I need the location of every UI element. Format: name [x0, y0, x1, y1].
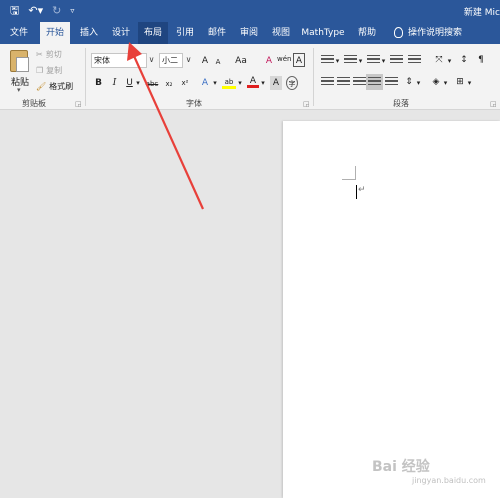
highlight-button[interactable]: ab: [222, 75, 236, 89]
paste-icon[interactable]: [10, 50, 29, 72]
enclose-characters-button[interactable]: 字: [286, 76, 298, 90]
font-size-field[interactable]: 小二: [159, 53, 183, 68]
show-marks-icon[interactable]: ¶: [476, 53, 486, 67]
divider: [85, 48, 86, 106]
borders-icon[interactable]: ⊞: [454, 75, 466, 89]
cut-button[interactable]: ✂ 剪切: [36, 49, 62, 60]
chinese-layout-dropdown-icon[interactable]: ▾: [446, 54, 453, 68]
undo-icon[interactable]: ↶▾: [28, 3, 43, 19]
font-size-dropdown-icon[interactable]: ∨: [183, 53, 194, 68]
character-border-button[interactable]: A: [293, 53, 305, 67]
tab-mathtype[interactable]: MathType: [298, 22, 348, 44]
tab-file[interactable]: 文件: [4, 22, 34, 44]
text-cursor: [356, 185, 357, 199]
line-spacing-dropdown-icon[interactable]: ▾: [415, 76, 422, 90]
tab-references[interactable]: 引用: [170, 22, 200, 44]
decrease-indent-icon[interactable]: [390, 55, 403, 66]
clear-formatting-button[interactable]: A: [263, 54, 275, 68]
baidu-watermark-logo: Bai 经验: [372, 459, 430, 475]
scissors-icon: ✂: [36, 50, 43, 59]
tab-design[interactable]: 设计: [106, 22, 136, 44]
format-painter-label: 格式刷: [49, 82, 74, 91]
multilevel-list-icon[interactable]: [367, 55, 380, 66]
customize-qat-icon[interactable]: ▿: [70, 3, 74, 19]
strikethrough-button[interactable]: abc: [144, 77, 160, 91]
copy-button[interactable]: ❐ 复制: [36, 65, 62, 76]
chinese-layout-icon[interactable]: ⤧: [432, 53, 446, 67]
font-group-label: 字体: [186, 99, 202, 108]
paragraph-launcher-icon[interactable]: ◲: [490, 100, 497, 108]
increase-indent-icon[interactable]: [408, 55, 421, 66]
cut-label: 剪切: [45, 50, 62, 59]
document-page[interactable]: [283, 121, 500, 498]
redo-icon[interactable]: ↻: [52, 3, 61, 19]
align-right-icon[interactable]: [353, 77, 366, 88]
paragraph-group-label: 段落: [393, 99, 409, 108]
line-spacing-icon[interactable]: ⇕: [403, 75, 415, 89]
tell-me-search[interactable]: 操作说明搜索: [408, 22, 468, 44]
change-case-button[interactable]: Aa: [233, 54, 249, 68]
window-title: 新建 Mic: [463, 8, 500, 18]
justify-icon: [368, 77, 381, 88]
multilevel-dropdown-icon[interactable]: ▾: [380, 54, 387, 68]
divider: [313, 48, 314, 106]
font-launcher-icon[interactable]: ◲: [303, 100, 310, 108]
bullets-icon[interactable]: [321, 55, 334, 66]
margin-corner-mark: [342, 166, 356, 180]
brush-icon: 🖌: [36, 82, 47, 91]
tab-help[interactable]: 帮助: [352, 22, 382, 44]
align-left-icon[interactable]: [321, 77, 334, 88]
clipboard-group-label: 剪贴板: [22, 99, 46, 108]
shrink-font-button[interactable]: A: [213, 55, 223, 69]
grow-font-button[interactable]: A: [199, 54, 211, 68]
tab-layout[interactable]: 布局: [138, 22, 168, 44]
highlight-dropdown-icon[interactable]: ▾: [236, 76, 244, 90]
paste-dropdown-icon[interactable]: ▾: [17, 86, 21, 94]
paragraph-mark: ↵: [358, 185, 366, 195]
copy-label: 复制: [46, 66, 63, 75]
superscript-button[interactable]: x²: [179, 76, 191, 90]
copy-icon: ❐: [36, 66, 44, 75]
subscript-button[interactable]: x₂: [163, 77, 175, 91]
watermark-url: jingyan.baidu.com: [412, 476, 486, 485]
align-center-icon[interactable]: [337, 77, 350, 88]
save-icon[interactable]: 🖫: [10, 3, 19, 19]
tab-mailings[interactable]: 邮件: [202, 22, 232, 44]
sort-icon[interactable]: ↕: [458, 53, 470, 67]
tab-home[interactable]: 开始: [40, 22, 70, 44]
format-painter-button[interactable]: 🖌 格式刷: [36, 81, 73, 92]
bold-button[interactable]: B: [93, 76, 104, 90]
borders-dropdown-icon[interactable]: ▾: [466, 76, 473, 90]
phonetic-guide-button[interactable]: wén: [277, 52, 291, 66]
bullets-dropdown-icon[interactable]: ▾: [334, 54, 341, 68]
font-name-field[interactable]: 宋体: [91, 53, 147, 68]
tab-review[interactable]: 审阅: [234, 22, 264, 44]
title-bar: 🖫 ↶▾ ↻ ▿ 新建 Mic: [0, 0, 500, 22]
numbering-icon[interactable]: [344, 55, 357, 66]
character-shading-button[interactable]: A: [270, 76, 282, 90]
ribbon-tabs: 文件 开始 插入 设计 布局 引用 邮件 审阅 视图 MathType 帮助 操…: [0, 22, 500, 44]
font-color-dropdown-icon[interactable]: ▾: [259, 76, 267, 90]
clipboard-launcher-icon[interactable]: ◲: [75, 100, 82, 108]
ribbon: 粘贴 ▾ ✂ 剪切 ❐ 复制 🖌 格式刷 剪贴板 ◲ 宋体 ∨ 小二 ∨ A A…: [0, 44, 500, 110]
shading-dropdown-icon[interactable]: ▾: [442, 76, 449, 90]
justify-button[interactable]: [366, 74, 383, 90]
italic-button[interactable]: I: [109, 76, 120, 90]
numbering-dropdown-icon[interactable]: ▾: [357, 54, 364, 68]
shading-bucket-icon[interactable]: ◈: [430, 75, 442, 89]
tab-insert[interactable]: 插入: [74, 22, 104, 44]
text-effects-dropdown-icon[interactable]: ▾: [211, 76, 219, 90]
tab-view[interactable]: 视图: [266, 22, 296, 44]
underline-dropdown-icon[interactable]: ▾: [134, 76, 142, 90]
distributed-icon[interactable]: [385, 77, 398, 88]
text-effects-button[interactable]: A: [199, 76, 211, 90]
font-color-button[interactable]: A: [247, 74, 259, 88]
font-name-dropdown-icon[interactable]: ∨: [146, 53, 157, 68]
lightbulb-icon: [394, 27, 403, 38]
quick-access-toolbar: 🖫 ↶▾ ↻ ▿: [10, 3, 74, 19]
